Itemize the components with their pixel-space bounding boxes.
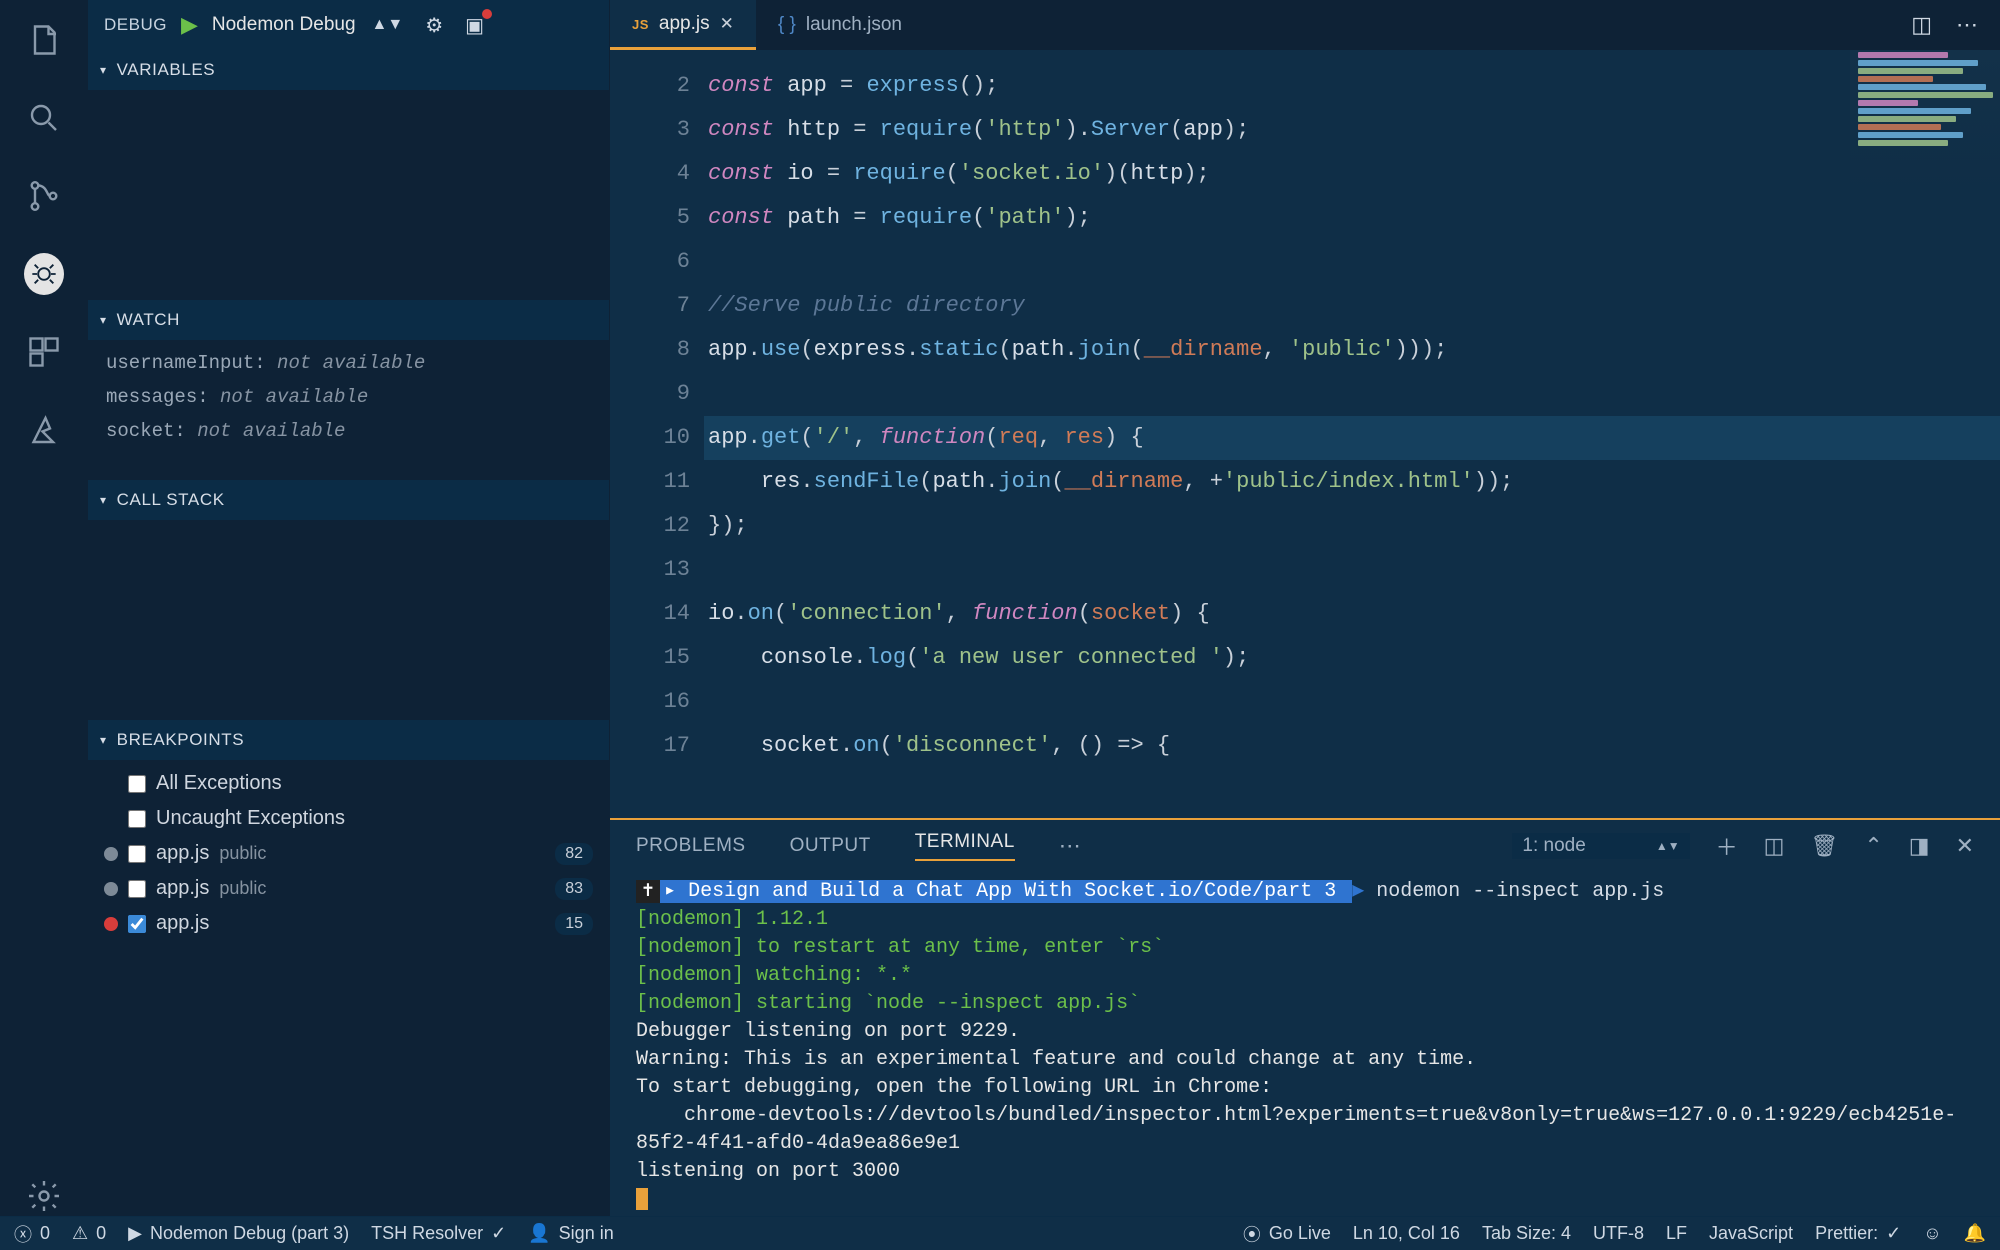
status-bell-icon[interactable]: 🔔	[1964, 1223, 1986, 1244]
editor-actions: ◫ ⋯	[1911, 0, 2000, 50]
new-terminal-icon[interactable]: ＋	[1716, 830, 1738, 862]
status-cursor[interactable]: Ln 10, Col 16	[1353, 1223, 1460, 1244]
debug-toolbar: DEBUG ▶ Nodemon Debug ▲▼ ⚙ ▣	[88, 0, 609, 50]
breakpoint-dot-icon	[104, 882, 118, 896]
person-icon: 👤	[528, 1223, 550, 1244]
watch-header[interactable]: ▾WATCH	[88, 300, 609, 340]
start-debug-icon[interactable]: ▶	[181, 12, 198, 38]
terminal-selector[interactable]: 1: node ▲▼	[1512, 833, 1689, 859]
breakpoint-item[interactable]: app.js public 82	[88, 836, 609, 871]
panel-tabs: PROBLEMS OUTPUT TERMINAL ⋯ 1: node ▲▼ ＋ …	[610, 820, 2000, 872]
tab-bar: JS app.js ✕ { } launch.json ◫ ⋯	[610, 0, 2000, 50]
tab-launch-json[interactable]: { } launch.json	[756, 0, 924, 50]
split-terminal-icon[interactable]: ◫	[1764, 833, 1785, 859]
source-control-icon[interactable]	[24, 176, 64, 216]
breakpoint-item[interactable]: app.js 15	[88, 906, 609, 941]
twistie-icon: ▾	[100, 493, 107, 507]
status-prettier[interactable]: Prettier: ✓	[1815, 1223, 1901, 1244]
debug-console-icon[interactable]: ▣	[465, 13, 484, 38]
settings-gear-icon[interactable]	[24, 1176, 64, 1216]
check-icon: ✓	[491, 1223, 506, 1244]
panel-tab-output[interactable]: OUTPUT	[790, 835, 871, 857]
panel-overflow-icon[interactable]: ⋯	[1059, 833, 1081, 859]
split-editor-icon[interactable]: ◫	[1911, 12, 1932, 38]
error-icon: ⓧ	[14, 1221, 32, 1247]
callstack-header[interactable]: ▾CALL STACK	[88, 480, 609, 520]
close-panel-icon[interactable]: ✕	[1956, 833, 1974, 859]
twistie-icon: ▾	[100, 63, 107, 77]
minimap[interactable]	[1850, 50, 2000, 230]
debug-sidebar: DEBUG ▶ Nodemon Debug ▲▼ ⚙ ▣ ▾VARIABLES …	[88, 0, 610, 1216]
breakpoint-uncaught-exceptions[interactable]: Uncaught Exceptions	[88, 801, 609, 836]
status-feedback-icon[interactable]: ☺	[1923, 1223, 1941, 1244]
checkbox[interactable]	[128, 775, 146, 793]
status-eol[interactable]: LF	[1666, 1223, 1687, 1244]
editor-group: JS app.js ✕ { } launch.json ◫ ⋯ 23456789…	[610, 0, 2000, 1216]
debug-label: DEBUG	[104, 15, 167, 35]
panel-tab-problems[interactable]: PROBLEMS	[636, 835, 746, 857]
json-file-icon: { }	[778, 14, 796, 36]
extensions-icon[interactable]	[24, 332, 64, 372]
config-chevron-icon[interactable]: ▲▼	[372, 16, 404, 34]
js-file-icon: JS	[632, 17, 649, 32]
breakpoint-dot-icon	[104, 847, 118, 861]
status-signin[interactable]: 👤Sign in	[528, 1223, 613, 1244]
status-warnings[interactable]: ⚠0	[72, 1223, 106, 1244]
kill-terminal-icon[interactable]: 🗑	[1810, 833, 1838, 859]
twistie-icon: ▾	[100, 313, 107, 327]
debug-icon[interactable]	[24, 254, 64, 294]
status-debug[interactable]: ▶Nodemon Debug (part 3)	[128, 1223, 349, 1244]
variables-body	[88, 90, 609, 300]
check-icon: ✓	[1886, 1223, 1901, 1244]
breakpoint-item[interactable]: app.js public 83	[88, 871, 609, 906]
twistie-icon: ▾	[100, 733, 107, 747]
breakpoints-body: All Exceptions Uncaught Exceptions app.j…	[88, 760, 609, 1216]
checkbox[interactable]	[128, 810, 146, 828]
status-golive[interactable]: ⦿Go Live	[1243, 1221, 1331, 1247]
activity-bar	[0, 0, 88, 1216]
azure-icon[interactable]	[24, 410, 64, 450]
checkbox[interactable]	[128, 880, 146, 898]
debug-config-selector[interactable]: Nodemon Debug	[212, 14, 356, 36]
code-editor[interactable]: 234567891011121314151617 const app = exp…	[610, 50, 2000, 818]
line-gutter[interactable]: 234567891011121314151617	[610, 50, 704, 818]
play-icon: ▶	[128, 1223, 142, 1244]
close-icon[interactable]: ✕	[720, 14, 734, 34]
breakpoint-dot-icon	[104, 917, 118, 931]
chevron-updown-icon: ▲▼	[1656, 839, 1680, 853]
code-content[interactable]: const app = express();const http = requi…	[704, 50, 2000, 818]
checkbox[interactable]	[128, 845, 146, 863]
more-icon[interactable]: ⋯	[1956, 12, 1978, 38]
status-bar: ⓧ0 ⚠0 ▶Nodemon Debug (part 3) TSH Resolv…	[0, 1216, 2000, 1250]
warning-icon: ⚠	[72, 1223, 88, 1244]
status-errors[interactable]: ⓧ0	[14, 1221, 50, 1247]
callstack-body	[88, 520, 609, 720]
bottom-panel: PROBLEMS OUTPUT TERMINAL ⋯ 1: node ▲▼ ＋ …	[610, 818, 2000, 1216]
maximize-panel-icon[interactable]: ◨	[1909, 833, 1930, 859]
checkbox[interactable]	[128, 915, 146, 933]
variables-header[interactable]: ▾VARIABLES	[88, 50, 609, 90]
breakpoints-header[interactable]: ▾BREAKPOINTS	[88, 720, 609, 760]
files-icon[interactable]	[24, 20, 64, 60]
gear-icon[interactable]: ⚙	[425, 13, 443, 38]
chevron-up-icon[interactable]: ⌃	[1864, 833, 1882, 859]
broadcast-icon: ⦿	[1243, 1221, 1261, 1247]
status-lang[interactable]: JavaScript	[1709, 1223, 1793, 1244]
search-icon[interactable]	[24, 98, 64, 138]
breakpoint-all-exceptions[interactable]: All Exceptions	[88, 766, 609, 801]
status-tabsize[interactable]: Tab Size: 4	[1482, 1223, 1571, 1244]
watch-item[interactable]: socket: not available	[88, 414, 609, 448]
watch-item[interactable]: usernameInput: not available	[88, 346, 609, 380]
status-resolver[interactable]: TSH Resolver ✓	[371, 1223, 506, 1244]
terminal-output[interactable]: ✝▸ Design and Build a Chat App With Sock…	[610, 872, 2000, 1216]
watch-item[interactable]: messages: not available	[88, 380, 609, 414]
status-encoding[interactable]: UTF-8	[1593, 1223, 1644, 1244]
tab-app-js[interactable]: JS app.js ✕	[610, 0, 756, 50]
panel-tab-terminal[interactable]: TERMINAL	[915, 831, 1015, 861]
watch-body: usernameInput: not available messages: n…	[88, 340, 609, 480]
